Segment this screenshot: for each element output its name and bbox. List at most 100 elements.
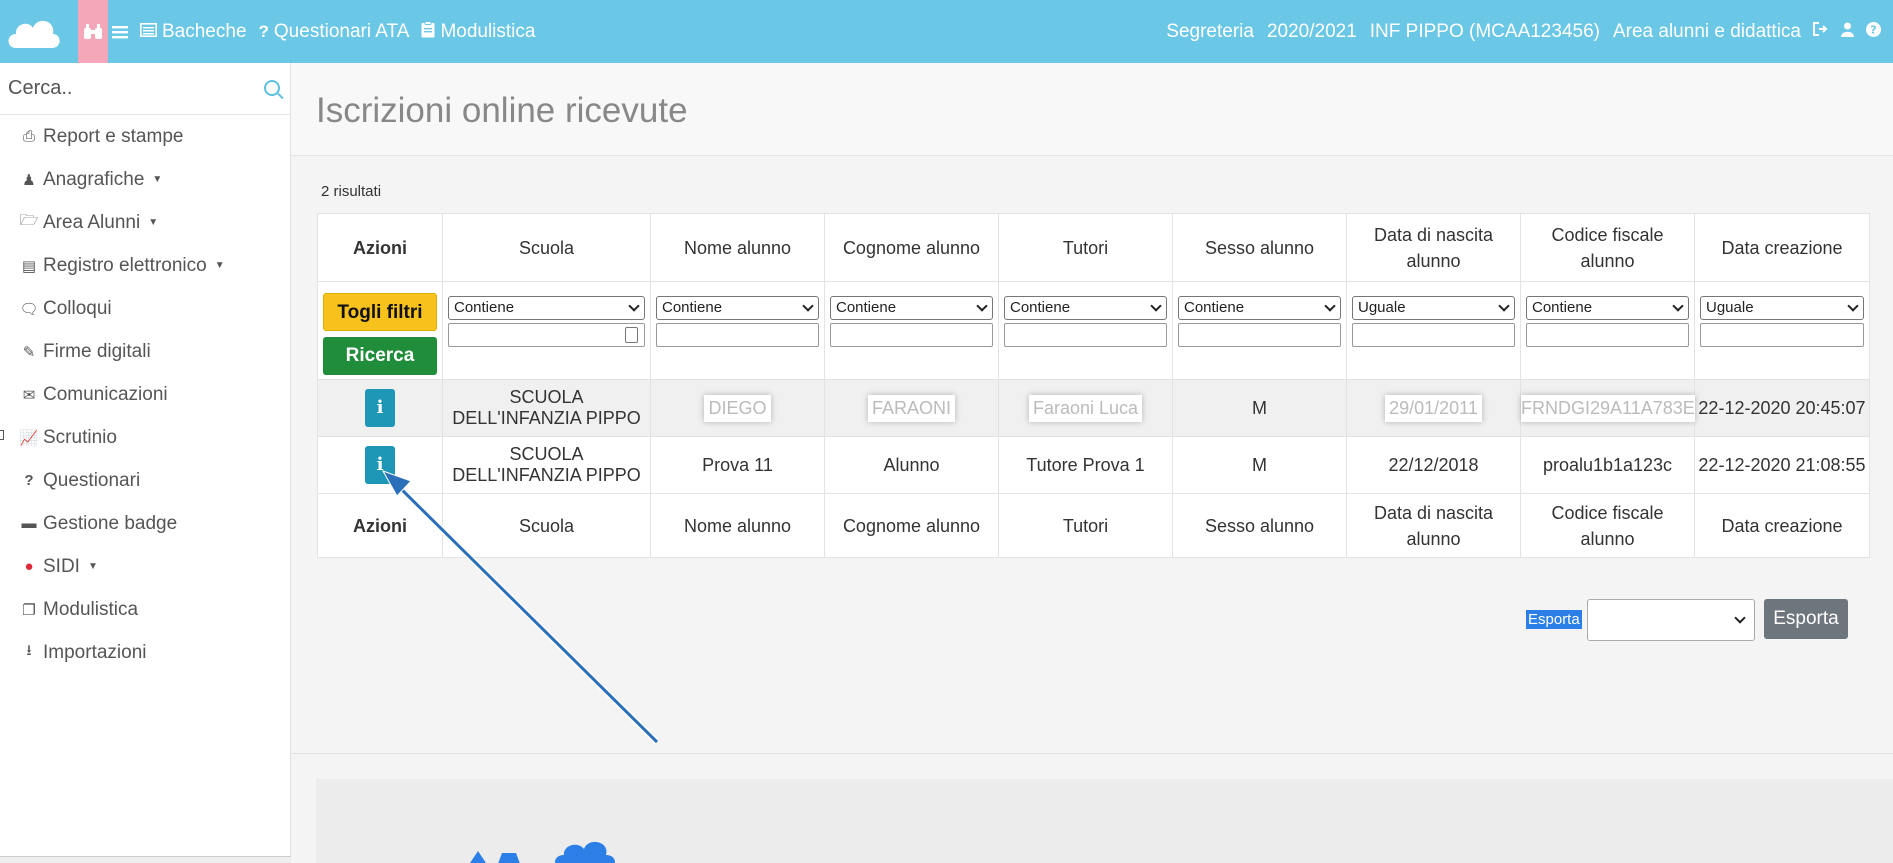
comments-icon: 🗨 (19, 300, 39, 318)
cell-data-nascita: 22/12/2018 (1346, 436, 1521, 494)
filter-operator-value: Uguale (1358, 299, 1406, 316)
school-year[interactable]: 2020/2021 (1267, 21, 1357, 43)
collapse-marker (0, 430, 4, 440)
filter-input-codice-fiscale[interactable] (1526, 323, 1689, 347)
sidebar-menu: ⎙ Report e stampe ♟ Anagrafiche ▼ 🗁 Area Alu… (0, 115, 290, 674)
clear-filters-button[interactable]: Togli filtri (323, 293, 437, 331)
pencil-icon: ✎ (22, 343, 36, 361)
search-button[interactable]: Ricerca (323, 337, 437, 375)
sidebar-item-firme-digitali[interactable]: ✎ Firme digitali (0, 330, 290, 373)
caret-down-icon: ▼ (87, 561, 98, 572)
column-footer-nome-alunno: Nome alunno (650, 493, 825, 558)
filter-operator-select[interactable]: Contiene (1526, 296, 1689, 320)
filter-operator-value: Contiene (662, 299, 723, 316)
search-icon[interactable] (264, 80, 280, 96)
sidebar-item-scrutinio[interactable]: 📈 Scrutinio (0, 416, 290, 459)
filter-input-sesso[interactable] (1178, 323, 1341, 347)
question-icon: ? (24, 472, 34, 489)
binoculars-icon[interactable] (78, 0, 108, 63)
top-navbar: Bacheche ? Questionari ATA Modulistica S… (0, 0, 1893, 63)
main-content: Iscrizioni online ricevute 2 risultati A… (291, 63, 1893, 863)
filter-input-data-creazione[interactable] (1700, 323, 1864, 347)
sidebar-item-label: Importazioni (43, 641, 147, 663)
column-header-tutori[interactable]: Tutori (998, 213, 1173, 282)
filter-operator-select[interactable]: Contiene (656, 296, 819, 320)
page-footer (291, 753, 1893, 863)
filter-input-tutori[interactable] (1004, 323, 1167, 347)
nav-link-bacheche[interactable]: Bacheche (140, 21, 247, 43)
filter-input-cognome[interactable] (830, 323, 993, 347)
column-header-data-creazione[interactable]: Data creazione (1694, 213, 1870, 282)
filter-input-data-nascita[interactable] (1352, 323, 1515, 347)
sidebar-item-label: Registro elettronico (43, 254, 207, 276)
column-header-data-nascita[interactable]: Data di nascita alunno (1346, 213, 1521, 282)
logout-icon[interactable] (1813, 22, 1829, 41)
sidebar-item-modulistica[interactable]: ❐ Modulistica (0, 588, 290, 631)
column-header-scuola[interactable]: Scuola (442, 213, 651, 282)
info-button[interactable]: i (365, 446, 395, 484)
chevron-down-icon (1672, 300, 1684, 312)
column-header-sesso-alunno[interactable]: Sesso alunno (1172, 213, 1347, 282)
filter-operator-select[interactable]: Contiene (448, 296, 645, 320)
sidebar-item-comunicazioni[interactable]: ✉ Comunicazioni (0, 373, 290, 416)
sidebar-item-registro-elettronico[interactable]: ▤ Registro elettronico ▼ (0, 244, 290, 287)
nav-link-label: Questionari ATA (273, 20, 410, 42)
user-icon[interactable] (1841, 22, 1854, 42)
sidebar-item-questionari[interactable]: ? Questionari (0, 459, 290, 502)
export-format-select[interactable] (1587, 599, 1755, 641)
nav-link-questionari-ata[interactable]: ? Questionari ATA (259, 21, 410, 43)
filter-input-nome[interactable] (656, 323, 819, 347)
sidebar-item-anagrafiche[interactable]: ♟ Anagrafiche ▼ (0, 158, 290, 201)
filter-operator-value: Contiene (836, 299, 897, 316)
hamburger-menu-icon[interactable] (112, 25, 128, 39)
filter-operator-value: Contiene (1532, 299, 1593, 316)
filter-operator-select[interactable]: Uguale (1352, 296, 1515, 320)
copy-icon: ❐ (22, 601, 36, 619)
caret-down-icon: ▼ (148, 217, 159, 228)
filter-operator-select[interactable]: Contiene (830, 296, 993, 320)
sidebar-item-gestione-badge[interactable]: ▬ Gestione badge (0, 502, 290, 545)
column-footer-azioni: Azioni (317, 493, 443, 558)
filter-operator-value: Uguale (1706, 299, 1754, 316)
column-header-codice-fiscale[interactable]: Codice fiscale alunno (1520, 213, 1695, 282)
export-button[interactable]: Esporta (1764, 599, 1848, 639)
filter-input-scuola[interactable] (448, 323, 645, 347)
cell-tutori: Tutore Prova 1 (998, 436, 1173, 494)
envelope-icon: ✉ (22, 386, 36, 404)
user-role[interactable]: Segreteria (1166, 21, 1254, 43)
cell-sesso: M (1172, 436, 1347, 494)
sidebar-item-sidi[interactable]: ● SIDI ▼ (0, 545, 290, 588)
sidebar-item-label: Modulistica (43, 598, 139, 620)
column-header-azioni: Azioni (317, 213, 443, 282)
filter-operator-value: Contiene (1010, 299, 1071, 316)
column-header-cognome-alunno[interactable]: Cognome alunno (824, 213, 999, 282)
column-header-nome-alunno[interactable]: Nome alunno (650, 213, 825, 282)
filter-operator-value: Contiene (1184, 299, 1245, 316)
print-icon: ⎙ (22, 128, 35, 145)
nav-link-modulistica[interactable]: Modulistica (421, 20, 535, 43)
chevron-down-icon (1734, 612, 1746, 624)
column-footer-codice-fiscale: Codice fiscale alunno (1520, 493, 1695, 558)
info-button[interactable]: i (365, 389, 395, 427)
area-selector[interactable]: Area alunni e didattica (1613, 21, 1801, 43)
search-input[interactable] (0, 63, 280, 113)
school-selector[interactable]: INF PIPPO (MCAA123456) (1370, 21, 1600, 43)
chevron-down-icon (1847, 300, 1859, 312)
cell-codice-fiscale: FRNDGI29A11A783E (1521, 394, 1695, 422)
help-icon[interactable]: ? (1866, 21, 1881, 42)
cell-scuola: SCUOLA DELL'INFANZIA PIPPO (442, 379, 651, 437)
cloud-logo-icon[interactable] (4, 6, 62, 56)
column-footer-sesso-alunno: Sesso alunno (1172, 493, 1347, 558)
sidebar-item-importazioni[interactable]: ⭳ Importazioni (0, 631, 290, 674)
sidebar-item-colloqui[interactable]: 🗨 Colloqui (0, 287, 290, 330)
page-title: Iscrizioni online ricevute (316, 91, 688, 130)
sidebar-item-area-alunni[interactable]: 🗁 Area Alunni ▼ (0, 201, 290, 244)
sidebar-item-report-e-stampe[interactable]: ⎙ Report e stampe (0, 115, 290, 158)
filter-operator-select[interactable]: Contiene (1004, 296, 1167, 320)
filter-operator-select[interactable]: Contiene (1178, 296, 1341, 320)
table-footer-row: Azioni Scuola Nome alunno Cognome alunno… (317, 493, 1870, 558)
column-footer-data-nascita: Data di nascita alunno (1346, 493, 1521, 558)
users-icon: ♟ (22, 171, 36, 189)
column-footer-data-creazione: Data creazione (1694, 493, 1870, 558)
filter-operator-select[interactable]: Uguale (1700, 296, 1864, 320)
